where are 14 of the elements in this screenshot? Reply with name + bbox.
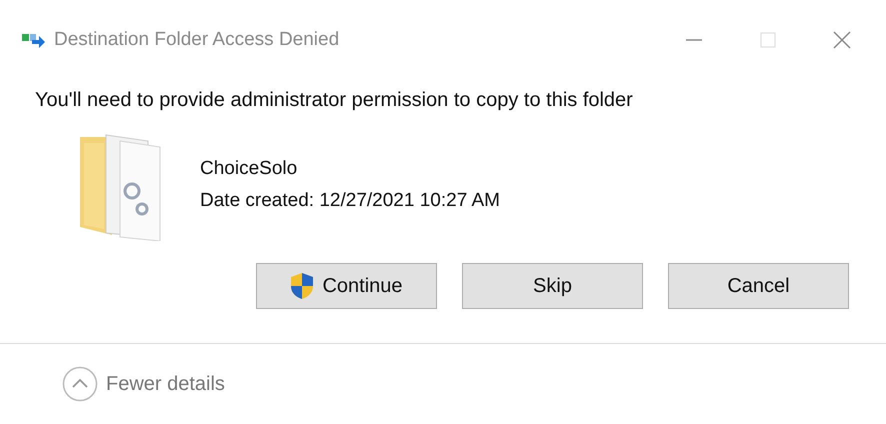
date-created: Date created: 12/27/2021 10:27 AM: [200, 189, 500, 213]
app-icon: [22, 31, 46, 49]
dialog-button[interactable]: Cancel: [668, 263, 849, 309]
close-icon: [832, 30, 852, 50]
chevron-icon: [62, 366, 98, 402]
minimize-icon: [686, 39, 702, 41]
message-text: You'll need to provide administrator permission to copy to this folder: [34, 88, 634, 113]
continue-button[interactable]: Continue: [256, 263, 437, 309]
dialog-button[interactable]: Skip: [462, 263, 643, 309]
maximize-icon: [758, 30, 778, 50]
details-toggle[interactable]: Fewer details: [0, 344, 225, 402]
shield-icon: [290, 272, 314, 300]
file-name: ChoiceSolo: [200, 157, 298, 181]
window-title: Destination Folder Access Denied: [54, 28, 340, 52]
